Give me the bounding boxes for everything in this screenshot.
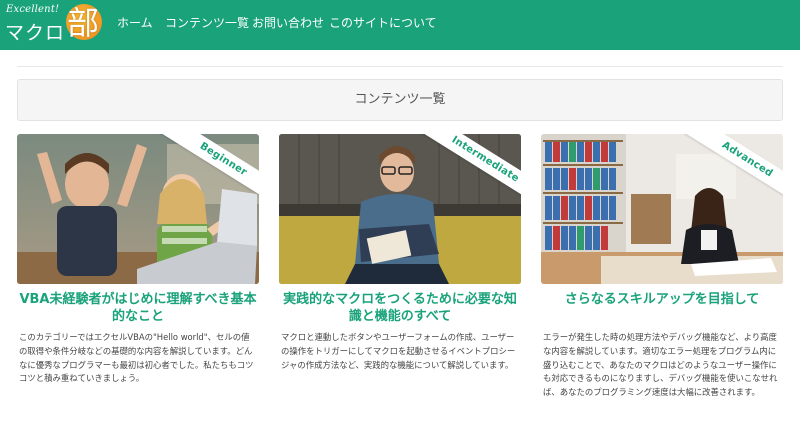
card-title[interactable]: さらなるスキルアップを目指して	[541, 291, 783, 325]
card-image-intermediate[interactable]: Intermediate	[279, 134, 521, 284]
section-heading-box: コンテンツ一覧	[17, 79, 783, 121]
content-card-advanced[interactable]: Advanced さらなるスキルアップを目指して エラーが発生した時の処理方法や…	[541, 134, 783, 400]
nav-contact[interactable]: お問い合わせ	[252, 0, 324, 50]
nav-about[interactable]: このサイトについて	[329, 0, 437, 50]
card-description: このカテゴリーではエクセルVBAの"Hello world"、セルの値の取得や条…	[19, 332, 254, 384]
card-description: エラーが発生した時の処理方法やデバッグ機能など、より高度な内容を解説しています。…	[543, 332, 778, 398]
logo-tagline: Excellent!	[6, 4, 60, 15]
logo-text: マクロ	[5, 22, 66, 44]
card-title[interactable]: VBA未経験者がはじめに理解すべき基本的なこと	[17, 291, 259, 325]
card-image-advanced[interactable]: Advanced	[541, 134, 783, 284]
content-card-beginner[interactable]: Beginner VBA未経験者がはじめに理解すべき基本的なこと このカテゴリー…	[17, 134, 259, 386]
card-description: マクロと連動したボタンやユーザーフォームの作成、ユーザーの操作をトリガーにしてマ…	[281, 332, 516, 370]
content-card-intermediate[interactable]: Intermediate 実践的なマクロをつくるために必要な知識と機能のすべて …	[279, 134, 521, 372]
section-heading: コンテンツ一覧	[354, 92, 446, 107]
site-logo[interactable]: Excellent! マクロ 部	[0, 0, 110, 50]
top-navbar: Excellent! マクロ 部 ホーム コンテンツ一覧 お問い合わせ このサイ…	[0, 0, 800, 50]
card-title[interactable]: 実践的なマクロをつくるために必要な知識と機能のすべて	[279, 291, 521, 325]
nav-home[interactable]: ホーム	[117, 0, 153, 50]
nav-content-list[interactable]: コンテンツ一覧	[165, 0, 249, 50]
card-image-beginner[interactable]: Beginner	[17, 134, 259, 284]
logo-kanji: 部	[67, 4, 100, 42]
divider	[17, 66, 783, 67]
